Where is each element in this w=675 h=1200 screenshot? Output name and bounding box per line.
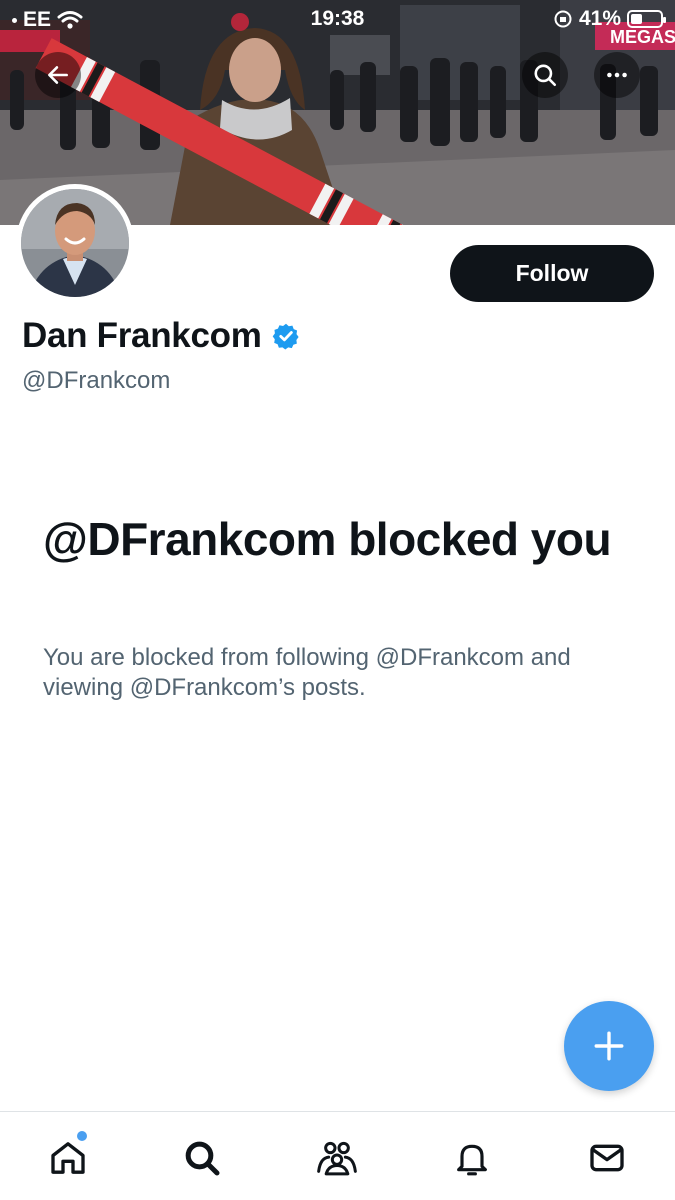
tab-search[interactable] [178,1134,226,1182]
tab-communities[interactable] [313,1134,361,1182]
compose-button[interactable] [564,1001,654,1091]
follow-button[interactable]: Follow [450,245,654,302]
blocked-description: You are blocked from following @DFrankco… [43,644,571,701]
status-bar: EE 19:38 41% [0,0,675,40]
plus-icon [594,1031,624,1061]
battery-fill [631,14,642,24]
communities-icon [317,1141,357,1176]
battery-percent: 41% [578,7,621,30]
mail-icon [590,1144,624,1172]
avatar-photo [21,189,129,297]
profile-name-row: Dan Frankcom [22,316,300,356]
bell-icon [457,1144,487,1176]
orientation-lock-icon [554,10,572,28]
more-horizontal-icon [607,72,627,78]
back-button[interactable] [35,52,81,98]
bottom-tab-bar [0,1111,675,1200]
more-button[interactable] [594,52,640,98]
search-icon [534,64,557,87]
status-right: 41% [553,7,666,31]
home-icon [51,1142,85,1174]
display-name: Dan Frankcom [22,316,262,355]
verified-badge-icon[interactable] [272,322,300,350]
battery-icon [627,10,666,28]
search-icon [185,1141,220,1176]
blocked-title: @DFrankcom blocked you [43,513,612,565]
tab-home[interactable] [44,1131,92,1182]
arrow-left-icon [48,66,68,84]
tab-notifications[interactable] [448,1134,496,1182]
profile-handle: @DFrankcom [22,367,171,394]
home-notification-dot [77,1131,87,1141]
search-button[interactable] [522,52,568,98]
tab-messages[interactable] [583,1134,631,1182]
avatar[interactable] [16,184,134,302]
